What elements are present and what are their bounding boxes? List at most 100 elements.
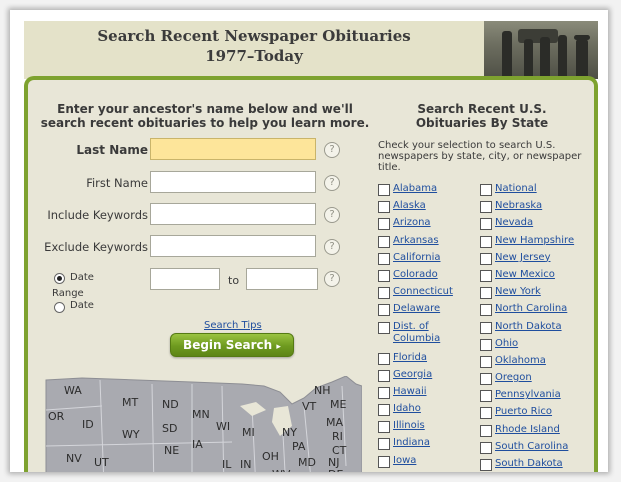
state-checkbox-arizona[interactable] [378,218,390,231]
state-link-new-mexico[interactable]: New Mexico [495,269,555,281]
state-checkbox-rhode-island[interactable] [480,424,492,437]
state-checkbox-arkansas[interactable] [378,235,390,248]
state-checkbox-california[interactable] [378,252,390,265]
state-link-florida[interactable]: Florida [393,352,427,364]
map-state-ma[interactable]: MA [326,416,343,429]
first-name-input[interactable] [150,171,316,193]
map-state-wi[interactable]: WI [216,420,230,433]
state-checkbox-national[interactable] [480,184,492,196]
state-link-ohio[interactable]: Ohio [495,338,518,350]
state-checkbox-south-carolina[interactable] [480,441,492,454]
state-checkbox-alaska[interactable] [378,201,390,214]
state-link-alaska[interactable]: Alaska [393,200,426,212]
include-keywords-input[interactable] [150,203,316,225]
exclude-keywords-help-icon[interactable]: ? [324,239,340,255]
state-link-indiana[interactable]: Indiana [393,437,430,449]
state-checkbox-oregon[interactable] [480,373,492,386]
state-checkbox-north-carolina[interactable] [480,304,492,317]
state-checkbox-colorado[interactable] [378,269,390,282]
state-checkbox-nevada[interactable] [480,218,492,231]
state-link-delaware[interactable]: Delaware [393,303,440,315]
state-link-south-carolina[interactable]: South Carolina [495,441,568,453]
state-checkbox-ohio[interactable] [480,338,492,351]
state-checkbox-nebraska[interactable] [480,201,492,214]
map-state-id[interactable]: ID [82,418,94,431]
first-name-help-icon[interactable]: ? [324,175,340,191]
include-keywords-help-icon[interactable]: ? [324,207,340,223]
state-link-national[interactable]: National [495,183,537,195]
map-state-il[interactable]: IL [222,458,231,471]
state-checkbox-delaware[interactable] [378,304,390,317]
state-checkbox-new-mexico[interactable] [480,269,492,282]
state-checkbox-hawaii[interactable] [378,386,390,399]
state-link-new-york[interactable]: New York [495,286,541,298]
date-radio[interactable] [54,273,65,284]
state-link-arizona[interactable]: Arizona [393,217,431,229]
state-link-oklahoma[interactable]: Oklahoma [495,355,546,367]
state-checkbox-connecticut[interactable] [378,287,390,300]
map-state-md[interactable]: MD [298,456,316,469]
map-state-or[interactable]: OR [48,410,64,423]
state-checkbox-dist-of-columbia[interactable] [378,321,390,334]
map-state-ny[interactable]: NY [282,426,297,439]
state-checkbox-north-dakota[interactable] [480,321,492,334]
map-state-vt[interactable]: VT [302,400,316,413]
state-checkbox-new-york[interactable] [480,287,492,300]
last-name-input[interactable] [150,138,316,160]
map-state-wy[interactable]: WY [122,428,140,441]
map-state-in[interactable]: IN [240,458,251,471]
map-state-mi[interactable]: MI [242,426,255,439]
map-state-oh[interactable]: OH [262,450,279,463]
map-state-ri[interactable]: RI [332,430,343,443]
map-state-ut[interactable]: UT [94,456,109,469]
date-range-radio[interactable] [54,302,65,313]
map-state-nd[interactable]: ND [162,398,179,411]
state-checkbox-new-jersey[interactable] [480,252,492,265]
state-link-connecticut[interactable]: Connecticut [393,286,453,298]
date-from-input[interactable] [150,268,220,290]
state-link-idaho[interactable]: Idaho [393,403,421,415]
date-to-input[interactable] [246,268,318,290]
state-link-california[interactable]: California [393,252,441,264]
state-checkbox-new-hampshire[interactable] [480,235,492,248]
date-help-icon[interactable]: ? [324,271,340,287]
state-checkbox-florida[interactable] [378,352,390,365]
state-link-south-dakota[interactable]: South Dakota [495,458,563,470]
state-checkbox-idaho[interactable] [378,404,390,417]
state-checkbox-georgia[interactable] [378,369,390,382]
state-link-colorado[interactable]: Colorado [393,269,438,281]
state-checkbox-illinois[interactable] [378,421,390,434]
state-link-arkansas[interactable]: Arkansas [393,235,439,247]
state-link-oregon[interactable]: Oregon [495,372,532,384]
last-name-help-icon[interactable]: ? [324,142,340,158]
state-link-dist-of-columbia[interactable]: Dist. of Columbia [393,321,451,345]
state-link-north-carolina[interactable]: North Carolina [495,303,567,315]
map-state-de[interactable]: DE [328,468,343,472]
state-link-georgia[interactable]: Georgia [393,369,432,381]
map-state-pa[interactable]: PA [292,440,305,453]
map-state-ia[interactable]: IA [192,438,203,451]
state-checkbox-indiana[interactable] [378,438,390,451]
map-state-ne[interactable]: NE [164,444,179,457]
map-state-sd[interactable]: SD [162,422,177,435]
state-checkbox-south-dakota[interactable] [480,459,492,471]
map-state-mt[interactable]: MT [122,396,138,409]
map-state-nh[interactable]: NH [314,384,331,397]
state-link-iowa[interactable]: Iowa [393,455,416,467]
us-state-map[interactable]: WA MT ND MN NH ME OR ID SD WI VT MA WY NY RI CT NE IA MI PA… [42,375,363,472]
map-state-mn[interactable]: MN [192,408,210,421]
map-state-me[interactable]: ME [330,398,346,411]
state-link-new-jersey[interactable]: New Jersey [495,252,550,264]
state-link-illinois[interactable]: Illinois [393,420,425,432]
state-link-hawaii[interactable]: Hawaii [393,386,427,398]
search-tips-link[interactable]: Search Tips [204,320,262,331]
state-link-alabama[interactable]: Alabama [393,183,437,195]
state-link-pennsylvania[interactable]: Pennsylvania [495,389,561,401]
state-checkbox-pennsylvania[interactable] [480,390,492,403]
map-state-nv[interactable]: NV [66,452,82,465]
map-state-wv[interactable]: WV [272,468,290,472]
state-link-rhode-island[interactable]: Rhode Island [495,424,560,436]
map-state-wa[interactable]: WA [64,384,82,397]
state-checkbox-iowa[interactable] [378,455,390,468]
state-checkbox-oklahoma[interactable] [480,355,492,368]
